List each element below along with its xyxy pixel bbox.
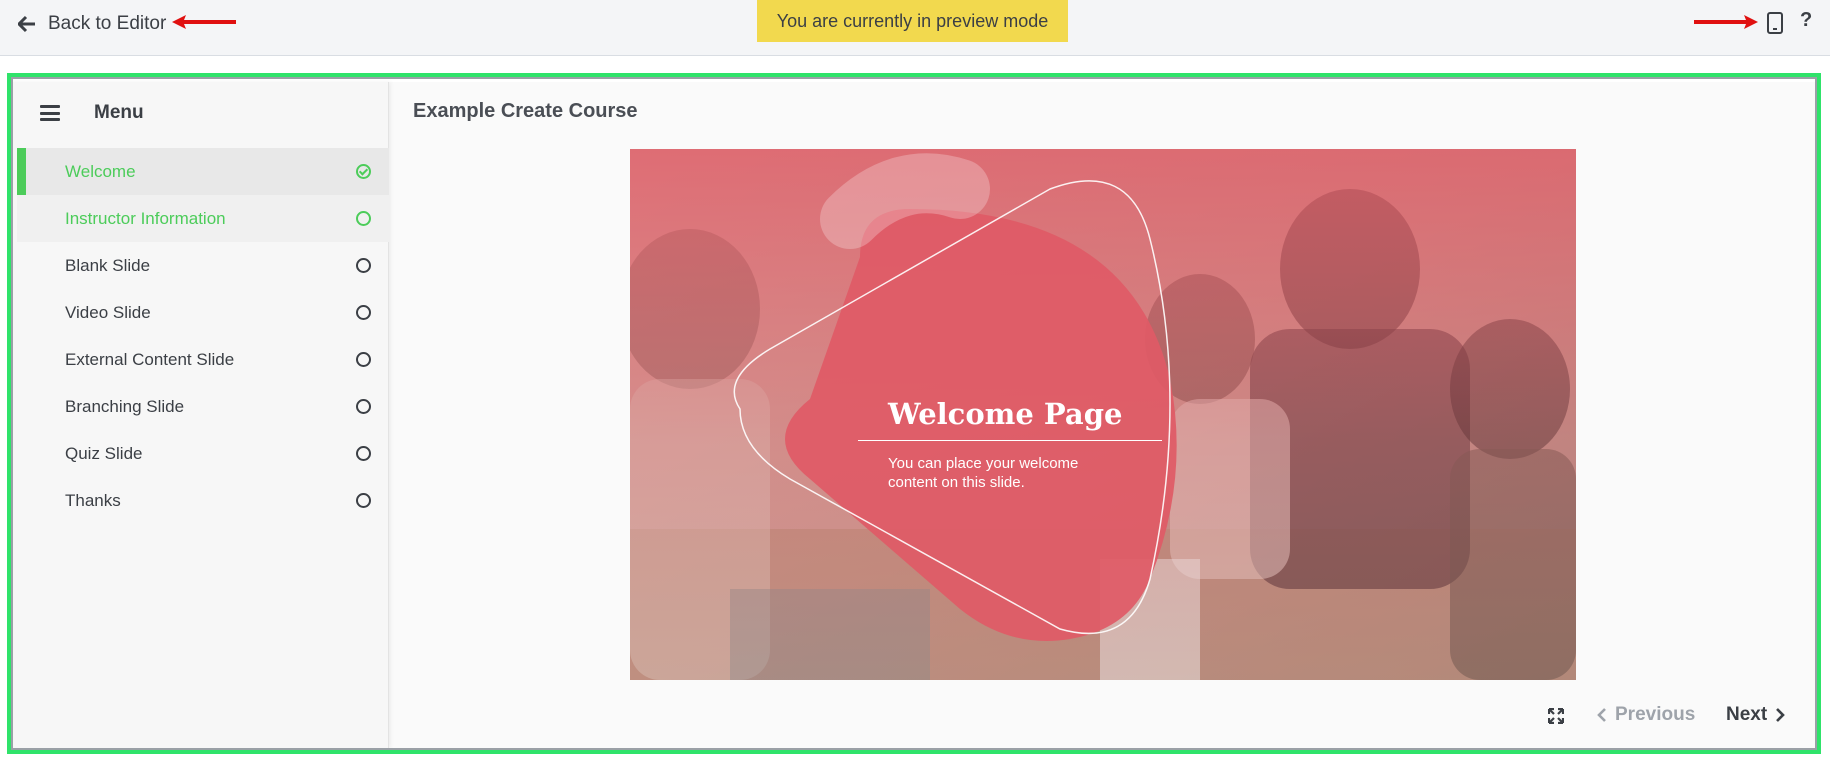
preview-mode-banner: You are currently in preview mode: [757, 0, 1068, 42]
course-title: Example Create Course: [413, 100, 638, 122]
menu-list: Welcome Instructor Information Blank Sli…: [17, 148, 389, 524]
menu-item-instructor-information[interactable]: Instructor Information: [17, 195, 389, 242]
circle-icon: [356, 305, 371, 320]
menu-item-label: Quiz Slide: [65, 443, 143, 463]
back-to-editor-label: Back to Editor: [48, 13, 167, 34]
check-circle-icon: [356, 164, 371, 179]
menu-item-branching-slide[interactable]: Branching Slide: [17, 383, 389, 430]
circle-icon: [356, 258, 371, 273]
arrow-left-icon: [18, 15, 35, 33]
menu-item-label: Branching Slide: [65, 396, 185, 416]
chevron-left-icon: [1597, 708, 1606, 722]
preview-mode-text: You are currently in preview mode: [776, 10, 1049, 31]
back-to-editor-link[interactable]: Back to Editor: [18, 10, 166, 38]
circle-icon: [356, 493, 371, 508]
fullscreen-icon[interactable]: [1548, 708, 1564, 724]
menu-item-label: Welcome: [65, 161, 136, 181]
menu-title: Menu: [94, 102, 144, 123]
annotation-arrow-left: [172, 15, 236, 29]
chevron-right-icon: [1776, 708, 1786, 722]
menu-item-label: Instructor Information: [65, 208, 226, 228]
welcome-slide: Welcome Page You can place your welcome …: [630, 149, 1576, 680]
slide-body-text: You can place your welcome content on th…: [888, 455, 1079, 491]
circle-icon: [356, 399, 371, 414]
menu-item-external-content-slide[interactable]: External Content Slide: [17, 336, 389, 383]
menu-item-label: External Content Slide: [65, 349, 235, 369]
menu-item-video-slide[interactable]: Video Slide: [17, 289, 389, 336]
previous-button[interactable]: Previous: [1597, 704, 1695, 726]
circle-icon: [356, 211, 371, 226]
menu-item-label: Blank Slide: [65, 255, 151, 275]
hamburger-menu-icon[interactable]: [40, 105, 60, 121]
course-menu-sidebar: Menu Welcome Instructor Information Blan…: [10, 82, 389, 748]
menu-item-label: Video Slide: [65, 302, 151, 322]
menu-header: Menu: [40, 102, 144, 124]
menu-item-label: Thanks: [65, 490, 121, 510]
next-button[interactable]: Next: [1726, 704, 1786, 726]
help-icon[interactable]: ?: [1800, 9, 1812, 32]
menu-item-quiz-slide[interactable]: Quiz Slide: [17, 430, 389, 477]
annotation-arrow-right: [1694, 15, 1758, 29]
menu-item-welcome[interactable]: Welcome: [17, 148, 389, 195]
menu-item-blank-slide[interactable]: Blank Slide: [17, 242, 389, 289]
previous-label: Previous: [1615, 704, 1696, 725]
slide-heading: Welcome Page: [888, 397, 1123, 431]
menu-item-thanks[interactable]: Thanks: [17, 477, 389, 524]
next-label: Next: [1726, 704, 1768, 725]
circle-icon: [356, 352, 371, 367]
top-bar: Back to Editor You are currently in prev…: [0, 0, 1830, 56]
tablet-icon[interactable]: [1766, 12, 1784, 34]
circle-icon: [356, 446, 371, 461]
slide-divider: [858, 440, 1162, 441]
